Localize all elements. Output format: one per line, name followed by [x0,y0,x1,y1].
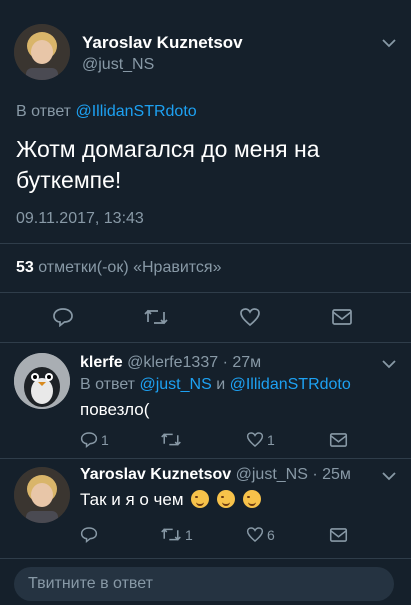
main-text-line2: буткемпе! [16,167,122,193]
reply2-retweet-count: 1 [185,526,193,543]
avatar-image [14,24,70,80]
chevron-down-icon[interactable] [381,359,397,369]
reply1-avatar[interactable] [14,353,70,409]
reply-composer-input[interactable]: Твитните в ответ [14,567,394,601]
reply2-author-handle[interactable]: @just_NS [236,466,308,483]
divider-3 [0,342,411,343]
reply2-time: · 25м [312,466,351,483]
reply2-text: Так и я о чем [80,490,184,509]
divider-4 [0,458,411,459]
reply-prefix: В ответ [16,103,72,120]
mail-icon[interactable] [329,432,348,448]
reply1-prefix: В ответ [80,376,136,393]
reply2-avatar[interactable] [14,467,70,523]
mail-icon[interactable] [329,527,348,543]
main-author-avatar[interactable] [14,24,70,80]
reply1-and: и [216,376,226,393]
composer-placeholder: Твитните в ответ [28,575,153,592]
wink-emoji-icon [191,490,210,508]
reply1-time: · 27м [222,354,262,371]
reply2-like-count: 6 [267,526,275,543]
wink-emoji-icon [242,490,261,508]
heart-icon[interactable] [239,307,261,327]
reply-icon [80,432,98,448]
reply1-author-handle[interactable]: @klerfe1337 [127,354,218,371]
main-timestamp: 09.11.2017, 13:43 [16,210,144,227]
reply1-reply-button[interactable]: 1 [80,431,109,448]
reply1-author-name[interactable]: klerfe [80,354,123,371]
retweet-icon [161,528,181,541]
penguin-avatar-image [14,353,70,409]
chevron-down-icon[interactable] [381,38,397,48]
reply1-mention-1[interactable]: @just_NS [139,376,211,393]
likes-count: 53 [16,259,34,276]
reply1-text: повезло( [80,400,150,419]
likes-label: отметки(-ок) «Нравится» [38,259,222,276]
reply-icon[interactable] [52,307,74,327]
chevron-down-icon[interactable] [381,471,397,481]
reply1-reply-count: 1 [101,431,109,448]
reply1-like-count: 1 [267,431,275,448]
mail-icon[interactable] [331,308,353,326]
wink-emoji-icon [217,490,236,508]
reply2-retweet-button[interactable]: 1 [160,526,193,543]
reply1-mention-2[interactable]: @IllidanSTRdoto [230,376,351,393]
likes-stat[interactable]: 53 отметки(-ок) «Нравится» [16,259,221,277]
heart-icon [246,432,264,448]
main-author-name[interactable]: Yaroslav Kuznetsov [82,33,243,53]
main-reply-context: В ответ @IllidanSTRdoto [16,103,197,121]
reply-icon[interactable] [80,526,98,543]
retweet-icon [161,433,181,446]
reply2-author-name[interactable]: Yaroslav Kuznetsov [80,466,231,483]
reply-to-link[interactable]: @IllidanSTRdoto [75,103,196,120]
reply1-context: В ответ @just_NS и @IllidanSTRdoto [80,376,351,394]
heart-icon [246,527,264,543]
reply2-header: Yaroslav Kuznetsov @just_NS · 25м [80,466,351,484]
reply1-retweet-button[interactable] [160,431,185,448]
main-text-line1: Жотм домагался до меня на [16,136,320,162]
reply2-like-button[interactable]: 6 [246,526,275,543]
retweet-icon[interactable] [143,307,169,327]
reply1-like-button[interactable]: 1 [246,431,275,448]
avatar-image [14,467,70,523]
main-author-handle[interactable]: @just_NS [82,56,154,74]
main-tweet-text: Жотм домагался до меня на буткемпе! [16,134,320,196]
reply2-text-row: Так и я о чем [80,490,261,510]
reply1-header: klerfe @klerfe1337 · 27м [80,354,261,372]
divider-1 [0,243,411,244]
divider-2 [0,292,411,293]
